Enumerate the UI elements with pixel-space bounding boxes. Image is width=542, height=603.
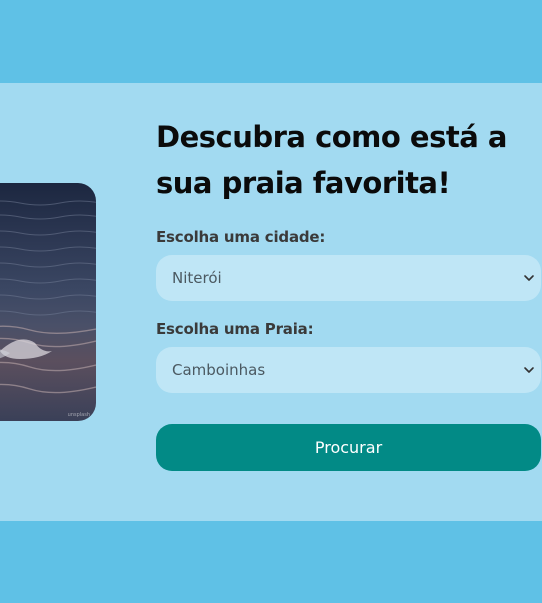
city-select[interactable]: Niterói	[156, 255, 541, 301]
waves-illustration	[0, 200, 96, 394]
photo-credit: unsplash	[67, 412, 90, 418]
city-select-value: Niterói	[172, 269, 222, 287]
beach-photo: unsplash	[0, 183, 96, 421]
title-line-1: Descubra como está a	[156, 120, 507, 154]
city-label: Escolha uma cidade:	[156, 228, 326, 246]
beach-label: Escolha uma Praia:	[156, 320, 314, 338]
beach-select-value: Camboinhas	[172, 361, 266, 379]
chevron-down-icon	[524, 367, 534, 373]
page-title: Descubra como está a sua praia favorita!	[156, 114, 536, 206]
beach-select[interactable]: Camboinhas	[156, 347, 541, 393]
search-button-label: Procurar	[314, 438, 383, 457]
chevron-down-icon	[524, 275, 534, 281]
search-button[interactable]: Procurar	[156, 424, 541, 471]
title-line-2: sua praia favorita!	[156, 166, 451, 200]
